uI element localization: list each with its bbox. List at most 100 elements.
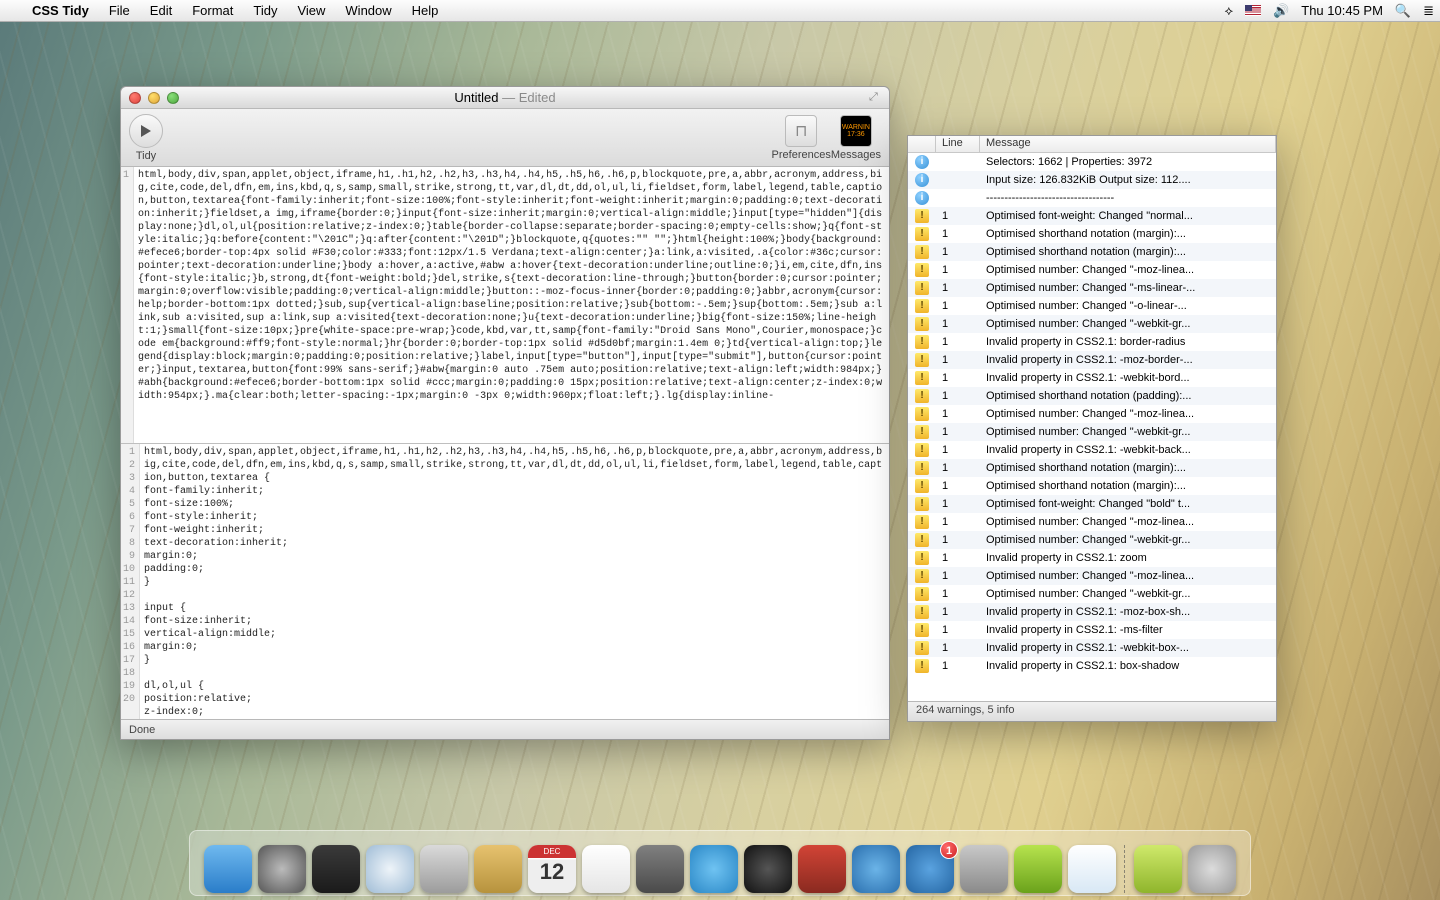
message-row[interactable]: 1Optimised number: Changed "-moz-linea..… bbox=[908, 567, 1276, 585]
dock-finder[interactable] bbox=[204, 845, 252, 893]
message-row[interactable]: 1Optimised number: Changed "-moz-linea..… bbox=[908, 261, 1276, 279]
message-row[interactable]: iSelectors: 1662 | Properties: 3972 bbox=[908, 153, 1276, 171]
message-row[interactable]: 1Invalid property in CSS2.1: -webkit-box… bbox=[908, 639, 1276, 657]
message-row[interactable]: 1Optimised shorthand notation (margin):.… bbox=[908, 225, 1276, 243]
dock-trash[interactable] bbox=[1188, 845, 1236, 893]
warning-icon bbox=[915, 245, 929, 259]
volume-icon[interactable]: 🔊 bbox=[1267, 3, 1295, 19]
warning-icon bbox=[915, 317, 929, 331]
message-row[interactable]: 1Optimised number: Changed "-webkit-gr..… bbox=[908, 423, 1276, 441]
notification-center-icon[interactable]: ≣ bbox=[1417, 3, 1440, 19]
preferences-button[interactable]: ⊓ Preferences bbox=[772, 115, 831, 161]
warning-icon bbox=[915, 227, 929, 241]
dock-system-preferences[interactable] bbox=[960, 845, 1008, 893]
message-row[interactable]: i----------------------------------- bbox=[908, 189, 1276, 207]
warning-icon bbox=[915, 461, 929, 475]
info-icon: i bbox=[915, 173, 929, 187]
warning-icon bbox=[915, 263, 929, 277]
top-editor-pane[interactable]: 1 html,body,div,span,applet,object,ifram… bbox=[121, 167, 889, 443]
code-content[interactable]: html,body,div,span,applet,object,iframe,… bbox=[140, 444, 889, 720]
message-row[interactable]: 1Optimised font-weight: Changed "normal.… bbox=[908, 207, 1276, 225]
message-row[interactable]: 1Optimised number: Changed "-webkit-gr..… bbox=[908, 585, 1276, 603]
fullscreen-icon[interactable]: ⤢ bbox=[869, 91, 883, 105]
messages-button[interactable]: WARNIN17:36 Messages bbox=[831, 115, 881, 161]
message-row[interactable]: 1Optimised number: Changed "-moz-linea..… bbox=[908, 513, 1276, 531]
titlebar[interactable]: Untitled — Edited ⤢ bbox=[121, 87, 889, 109]
line-gutter: 1 bbox=[121, 167, 134, 443]
dock-launchpad[interactable] bbox=[258, 845, 306, 893]
close-button[interactable] bbox=[129, 92, 141, 104]
message-row[interactable]: 1Invalid property in CSS2.1: border-radi… bbox=[908, 333, 1276, 351]
message-row[interactable]: 1Optimised shorthand notation (margin):.… bbox=[908, 459, 1276, 477]
message-row[interactable]: 1Optimised number: Changed "-webkit-gr..… bbox=[908, 531, 1276, 549]
message-row[interactable]: 1Invalid property in CSS2.1: -moz-box-sh… bbox=[908, 603, 1276, 621]
message-row[interactable]: 1Invalid property in CSS2.1: -ms-filter bbox=[908, 621, 1276, 639]
tidy-button[interactable]: Tidy bbox=[129, 114, 163, 162]
dock-messages[interactable] bbox=[690, 845, 738, 893]
menu-tidy[interactable]: Tidy bbox=[243, 3, 287, 18]
dock-downloads[interactable] bbox=[1134, 845, 1182, 893]
col-icon[interactable] bbox=[908, 136, 936, 152]
badge: 1 bbox=[940, 841, 958, 859]
code-content[interactable]: html,body,div,span,applet,object,iframe,… bbox=[134, 167, 889, 443]
dock-app-store[interactable]: 1 bbox=[906, 845, 954, 893]
warning-icon bbox=[915, 299, 929, 313]
dock-reminders[interactable] bbox=[582, 845, 630, 893]
dock-mail[interactable] bbox=[420, 845, 468, 893]
dock-calendar[interactable]: DEC12 bbox=[528, 845, 576, 893]
bottom-editor-pane[interactable]: 1 2 3 4 5 6 7 8 9 10 11 12 13 14 15 16 1… bbox=[121, 443, 889, 720]
messages-list[interactable]: iSelectors: 1662 | Properties: 3972iInpu… bbox=[908, 153, 1276, 701]
menu-edit[interactable]: Edit bbox=[140, 3, 182, 18]
menu-view[interactable]: View bbox=[287, 3, 335, 18]
line-number: 1 bbox=[936, 660, 980, 672]
dock: DEC12 1 bbox=[189, 830, 1251, 896]
dock-preview[interactable] bbox=[636, 845, 684, 893]
input-source-icon[interactable] bbox=[1239, 5, 1267, 16]
dock-photo-booth[interactable] bbox=[798, 845, 846, 893]
messages-footer: 264 warnings, 5 info bbox=[908, 701, 1276, 721]
message-row[interactable]: 1Optimised shorthand notation (padding):… bbox=[908, 387, 1276, 405]
message-text: Optimised number: Changed "-webkit-gr... bbox=[980, 318, 1276, 330]
dock-contacts[interactable] bbox=[474, 845, 522, 893]
message-text: Optimised number: Changed "-moz-linea... bbox=[980, 570, 1276, 582]
warning-icon bbox=[915, 407, 929, 421]
message-row[interactable]: 1Optimised shorthand notation (margin):.… bbox=[908, 477, 1276, 495]
minimize-button[interactable] bbox=[148, 92, 160, 104]
message-row[interactable]: 1Optimised font-weight: Changed "bold" t… bbox=[908, 495, 1276, 513]
clock[interactable]: Thu 10:45 PM bbox=[1295, 3, 1389, 18]
app-menu[interactable]: CSS Tidy bbox=[22, 3, 99, 18]
message-row[interactable]: 1Invalid property in CSS2.1: -webkit-bor… bbox=[908, 369, 1276, 387]
message-row[interactable]: 1Optimised number: Changed "-ms-linear-.… bbox=[908, 279, 1276, 297]
message-row[interactable]: 1Optimised shorthand notation (margin):.… bbox=[908, 243, 1276, 261]
message-text: Optimised number: Changed "-o-linear-... bbox=[980, 300, 1276, 312]
warning-icon bbox=[915, 515, 929, 529]
message-row[interactable]: 1Optimised number: Changed "-moz-linea..… bbox=[908, 405, 1276, 423]
message-row[interactable]: iInput size: 126.832KiB Output size: 112… bbox=[908, 171, 1276, 189]
message-text: Optimised number: Changed "-webkit-gr... bbox=[980, 534, 1276, 546]
col-line[interactable]: Line bbox=[936, 136, 980, 152]
message-row[interactable]: 1Optimised number: Changed "-o-linear-..… bbox=[908, 297, 1276, 315]
message-row[interactable]: 1Invalid property in CSS2.1: -moz-border… bbox=[908, 351, 1276, 369]
dock-safari[interactable] bbox=[366, 845, 414, 893]
line-number: 1 bbox=[936, 552, 980, 564]
message-text: Invalid property in CSS2.1: -moz-border-… bbox=[980, 354, 1276, 366]
menu-file[interactable]: File bbox=[99, 3, 140, 18]
warning-icon bbox=[915, 209, 929, 223]
message-row[interactable]: 1Invalid property in CSS2.1: -webkit-bac… bbox=[908, 441, 1276, 459]
dock-css-tidy-app[interactable] bbox=[1068, 845, 1116, 893]
message-row[interactable]: 1Invalid property in CSS2.1: box-shadow bbox=[908, 657, 1276, 675]
dock-itunes[interactable] bbox=[852, 845, 900, 893]
bluetooth-icon[interactable]: ⟡ bbox=[1218, 3, 1239, 19]
menu-help[interactable]: Help bbox=[402, 3, 449, 18]
dock-mission-control[interactable] bbox=[312, 845, 360, 893]
menu-format[interactable]: Format bbox=[182, 3, 243, 18]
dock-facetime[interactable] bbox=[744, 845, 792, 893]
message-row[interactable]: 1Optimised number: Changed "-webkit-gr..… bbox=[908, 315, 1276, 333]
dock-archive-utility[interactable] bbox=[1014, 845, 1062, 893]
message-row[interactable]: 1Invalid property in CSS2.1: zoom bbox=[908, 549, 1276, 567]
col-message[interactable]: Message bbox=[980, 136, 1276, 152]
menu-window[interactable]: Window bbox=[335, 3, 401, 18]
zoom-button[interactable] bbox=[167, 92, 179, 104]
spotlight-icon[interactable]: 🔍 bbox=[1389, 3, 1417, 19]
editor-window: Untitled — Edited ⤢ Tidy ⊓ Preferences W… bbox=[120, 86, 890, 740]
